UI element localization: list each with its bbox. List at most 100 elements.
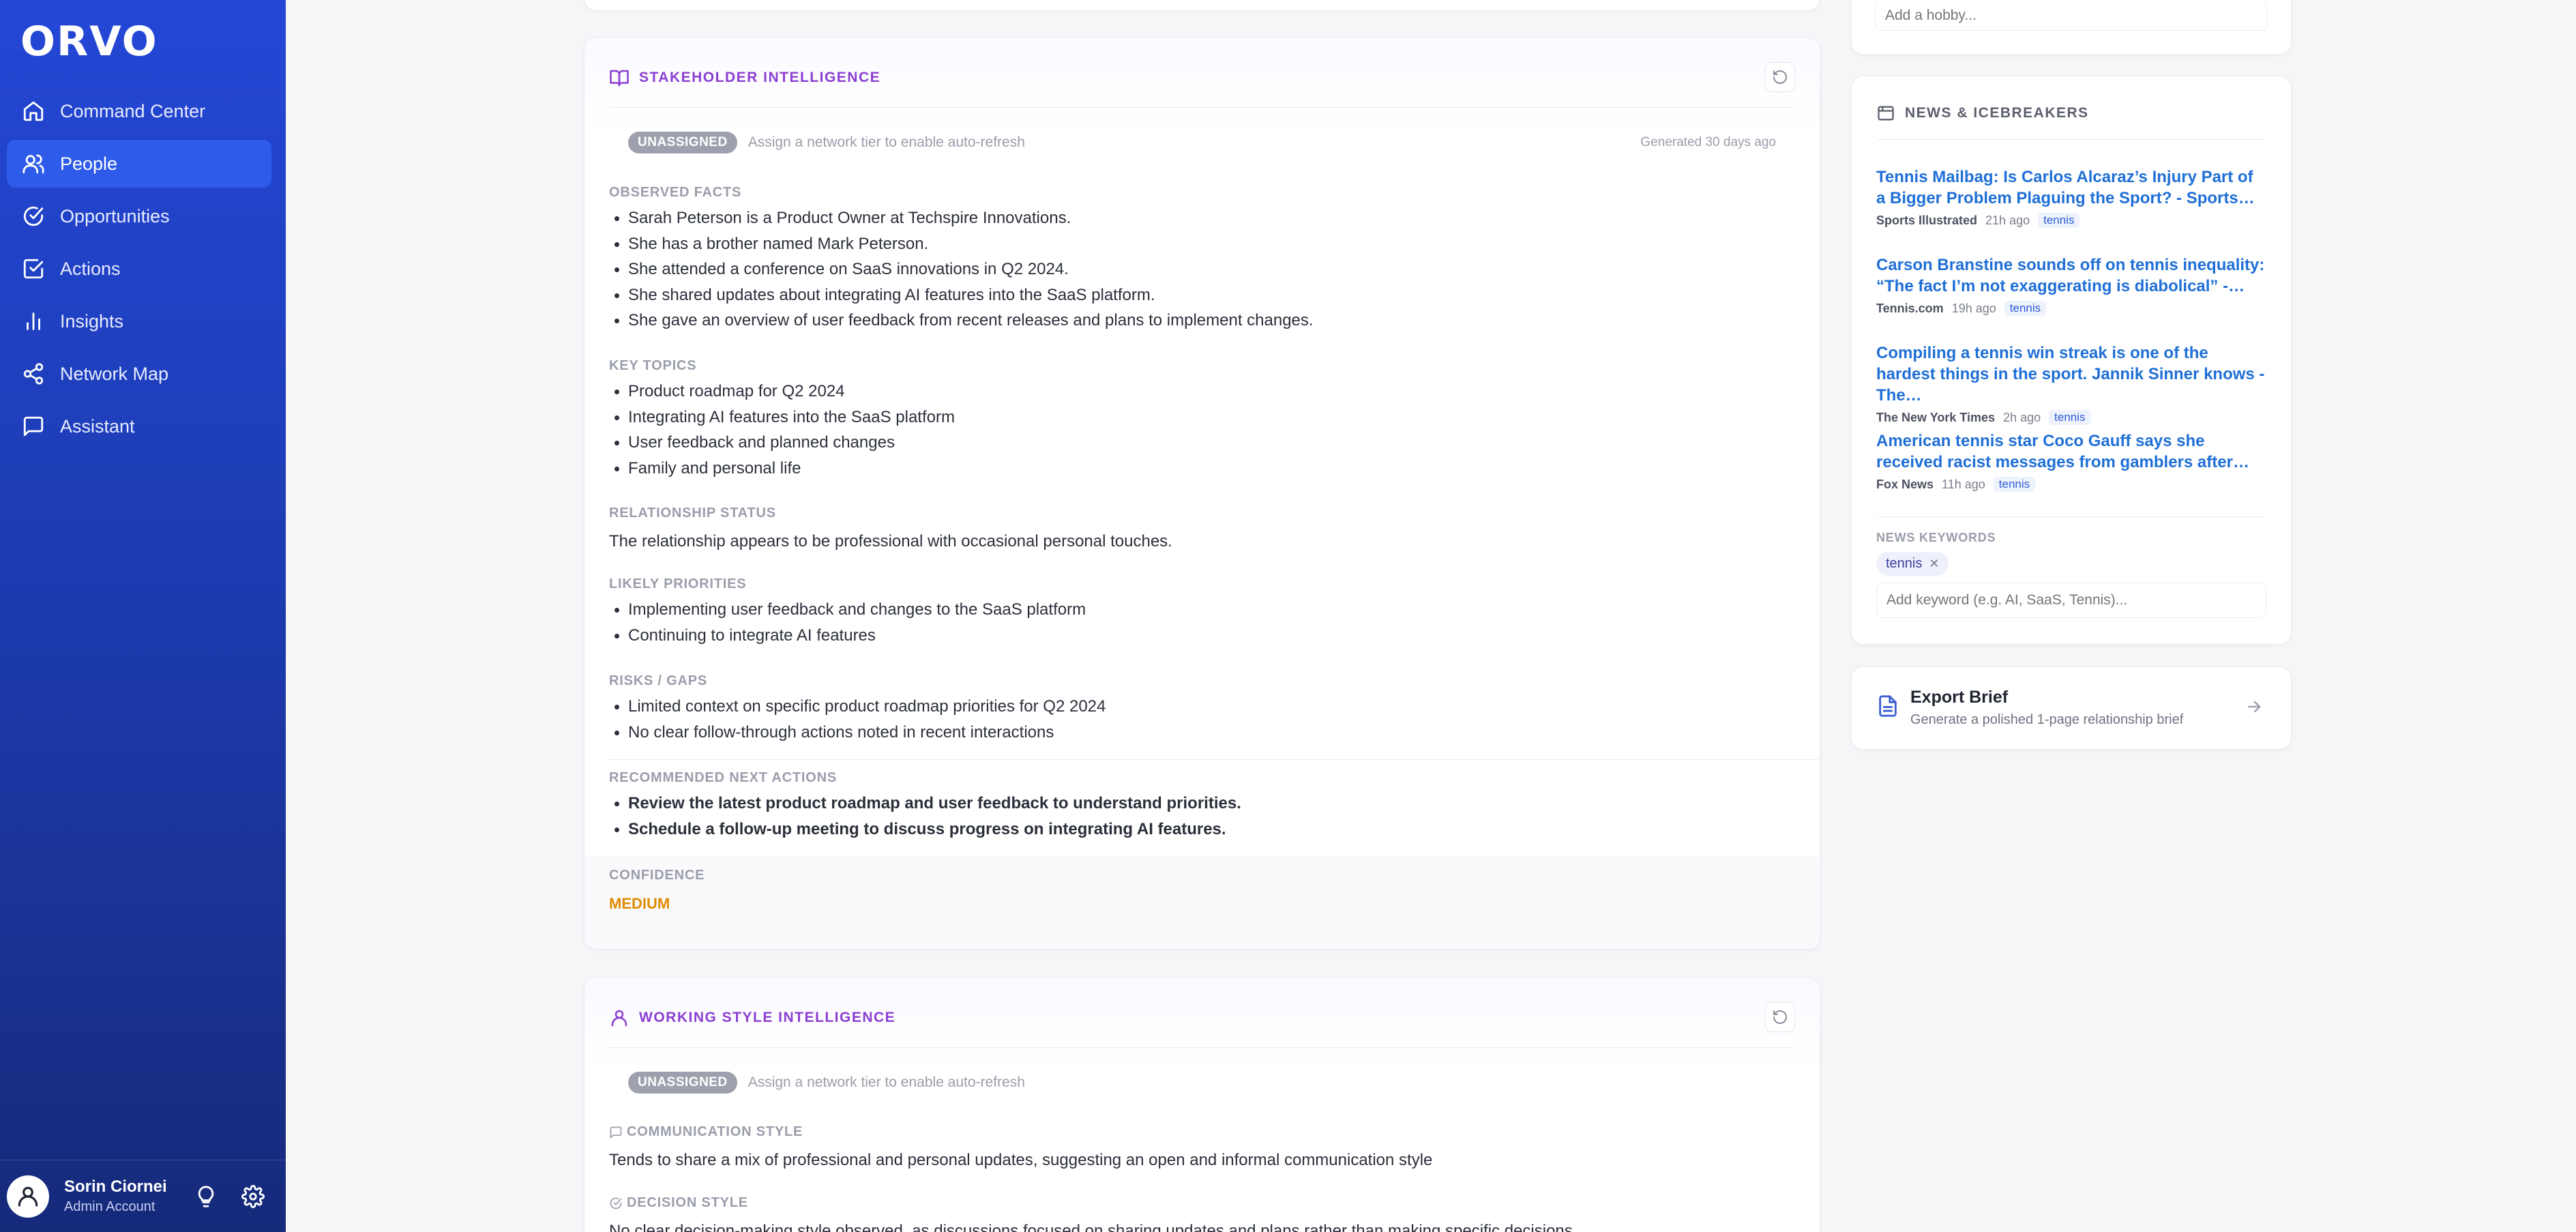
news-source: Tennis.com xyxy=(1876,301,1944,315)
news-meta: Sports Illustrated 21h ago tennis xyxy=(1876,213,2266,228)
sidebar-item-label: Command Center xyxy=(60,100,206,121)
news-keywords-label: NEWS KEYWORDS xyxy=(1876,531,1996,544)
sidebar-item-assistant[interactable]: Assistant xyxy=(7,402,271,450)
hobby-input[interactable] xyxy=(1875,1,2268,31)
news-meta: Fox News 11h ago tennis xyxy=(1876,477,2266,492)
section-title: NEWS & ICEBREAKERS xyxy=(1905,105,2089,121)
likely-priorities-label: LIKELY PRIORITIES xyxy=(609,576,747,591)
news-item: Tennis Mailbag: Is Carlos Alcaraz’s Inju… xyxy=(1876,166,2266,228)
risks-gaps-label: RISKS / GAPS xyxy=(609,673,708,688)
export-subtitle: Generate a polished 1-page relationship … xyxy=(1910,712,2184,727)
refresh-button[interactable] xyxy=(1765,62,1795,92)
sidebar-item-command-center[interactable]: Command Center xyxy=(7,87,271,135)
status-row: UNASSIGNED Assign a network tier to enab… xyxy=(628,1072,1776,1094)
confidence-section xyxy=(584,856,1820,949)
list-item: User feedback and planned changes xyxy=(609,430,1795,456)
sidebar-item-label: Opportunities xyxy=(60,205,170,226)
decision-style-text: No clear decision-making style observed,… xyxy=(609,1222,1578,1232)
divider xyxy=(609,107,1795,108)
news-time: 11h ago xyxy=(1942,477,1985,491)
news-link[interactable]: Compiling a tennis win streak is one of … xyxy=(1876,342,2266,406)
app-logo[interactable]: ORVO xyxy=(20,18,158,65)
user-panel: Sorin Ciornei Admin Account xyxy=(0,1160,286,1232)
relationship-status-label: RELATIONSHIP STATUS xyxy=(609,505,776,520)
sidebar-item-label: Network Map xyxy=(60,363,169,384)
list-item: Schedule a follow-up meeting to discuss … xyxy=(609,817,1795,842)
list-item: Integrating AI features into the SaaS pl… xyxy=(609,405,1795,430)
close-icon[interactable]: ✕ xyxy=(1929,557,1939,571)
user-role: Admin Account xyxy=(64,1199,156,1214)
working-style-intelligence-card: WORKING STYLE INTELLIGENCE UNASSIGNED As… xyxy=(584,977,1820,1232)
news-tag: tennis xyxy=(2038,213,2080,228)
stakeholder-title: STAKEHOLDER INTELLIGENCE xyxy=(609,68,880,88)
observed-facts-list: Sarah Peterson is a Product Owner at Tec… xyxy=(609,205,1795,334)
recommended-actions-label: RECOMMENDED NEXT ACTIONS xyxy=(609,770,838,785)
check-circle-icon xyxy=(610,1197,622,1209)
list-item: Review the latest product roadmap and us… xyxy=(609,791,1795,817)
tier-badge: UNASSIGNED xyxy=(628,1072,737,1094)
avatar[interactable] xyxy=(7,1175,49,1218)
key-topics-list: Product roadmap for Q2 2024 Integrating … xyxy=(609,379,1795,481)
list-item: Implementing user feedback and changes t… xyxy=(609,597,1795,623)
list-item: Family and personal life xyxy=(609,456,1795,482)
user-name: Sorin Ciornei xyxy=(64,1177,167,1196)
keyword-chip: tennis ✕ xyxy=(1876,552,1949,576)
news-item: American tennis star Coco Gauff says she… xyxy=(1876,430,2266,492)
newspaper-icon xyxy=(1878,106,1894,121)
news-source: Fox News xyxy=(1876,477,1934,491)
sidebar-item-actions[interactable]: Actions xyxy=(7,245,271,293)
refresh-icon xyxy=(1773,1010,1787,1024)
communication-style-label: COMMUNICATION STYLE xyxy=(609,1124,803,1140)
news-tag: tennis xyxy=(2049,410,2091,425)
news-link[interactable]: Tennis Mailbag: Is Carlos Alcaraz’s Inju… xyxy=(1876,166,2266,209)
news-time: 21h ago xyxy=(1985,213,2030,227)
news-source: The New York Times xyxy=(1876,410,1996,424)
status-row: UNASSIGNED Assign a network tier to enab… xyxy=(628,132,1776,153)
news-source: Sports Illustrated xyxy=(1876,213,1978,227)
previous-card xyxy=(584,0,1820,11)
relationship-status-text: The relationship appears to be professio… xyxy=(609,532,1172,551)
working-style-title: WORKING STYLE INTELLIGENCE xyxy=(609,1008,895,1028)
news-item: Carson Branstine sounds off on tennis in… xyxy=(1876,254,2266,316)
arrow-right-icon xyxy=(2245,697,2264,720)
divider xyxy=(1876,139,2266,140)
divider xyxy=(1876,516,2266,517)
news-link[interactable]: Carson Branstine sounds off on tennis in… xyxy=(1876,254,2266,297)
sidebar-item-insights[interactable]: Insights xyxy=(7,297,271,345)
gear-icon[interactable] xyxy=(241,1185,265,1208)
refresh-icon xyxy=(1773,70,1787,84)
news-time: 2h ago xyxy=(2003,410,2041,424)
keyword-label: tennis xyxy=(1886,556,1923,571)
user-info: Sorin Ciornei Admin Account xyxy=(64,1177,167,1215)
news-header: NEWS & ICEBREAKERS xyxy=(1876,104,2089,123)
confidence-value: MEDIUM xyxy=(609,895,670,912)
keyword-input[interactable] xyxy=(1876,583,2266,618)
export-brief-card[interactable]: Export Brief Generate a polished 1-page … xyxy=(1851,666,2292,750)
divider xyxy=(609,759,1820,760)
refresh-button[interactable] xyxy=(1765,1002,1795,1032)
list-item: Continuing to integrate AI features xyxy=(609,623,1795,649)
news-tag: tennis xyxy=(2004,301,2047,316)
news-icebreakers-card: NEWS & ICEBREAKERS Tennis Mailbag: Is Ca… xyxy=(1851,76,2292,645)
export-title: Export Brief xyxy=(1910,688,2009,707)
sidebar-item-network-map[interactable]: Network Map xyxy=(7,350,271,398)
list-item: She attended a conference on SaaS innova… xyxy=(609,256,1795,282)
sidebar-item-opportunities[interactable]: Opportunities xyxy=(7,192,271,240)
book-open-icon xyxy=(609,68,630,88)
list-item: She shared updates about integrating AI … xyxy=(609,282,1795,308)
section-title: WORKING STYLE INTELLIGENCE xyxy=(639,1010,896,1025)
tier-badge: UNASSIGNED xyxy=(628,132,737,153)
sidebar-item-label: People xyxy=(60,153,118,174)
likely-priorities-list: Implementing user feedback and changes t… xyxy=(609,597,1795,648)
user-icon xyxy=(609,1008,630,1028)
news-link[interactable]: American tennis star Coco Gauff says she… xyxy=(1876,430,2266,473)
list-item: Limited context on specific product road… xyxy=(609,694,1795,720)
sidebar-item-people[interactable]: People xyxy=(7,140,271,188)
section-title: STAKEHOLDER INTELLIGENCE xyxy=(639,70,881,85)
decision-style-label: DECISION STYLE xyxy=(609,1195,748,1211)
theme-toggle-icon[interactable] xyxy=(194,1185,218,1208)
sidebar: ORVO Command Center People Opportunities… xyxy=(0,0,286,1232)
home-icon xyxy=(22,100,45,123)
news-meta: Tennis.com 19h ago tennis xyxy=(1876,301,2266,316)
generated-time: Generated 30 days ago xyxy=(1640,135,1776,149)
